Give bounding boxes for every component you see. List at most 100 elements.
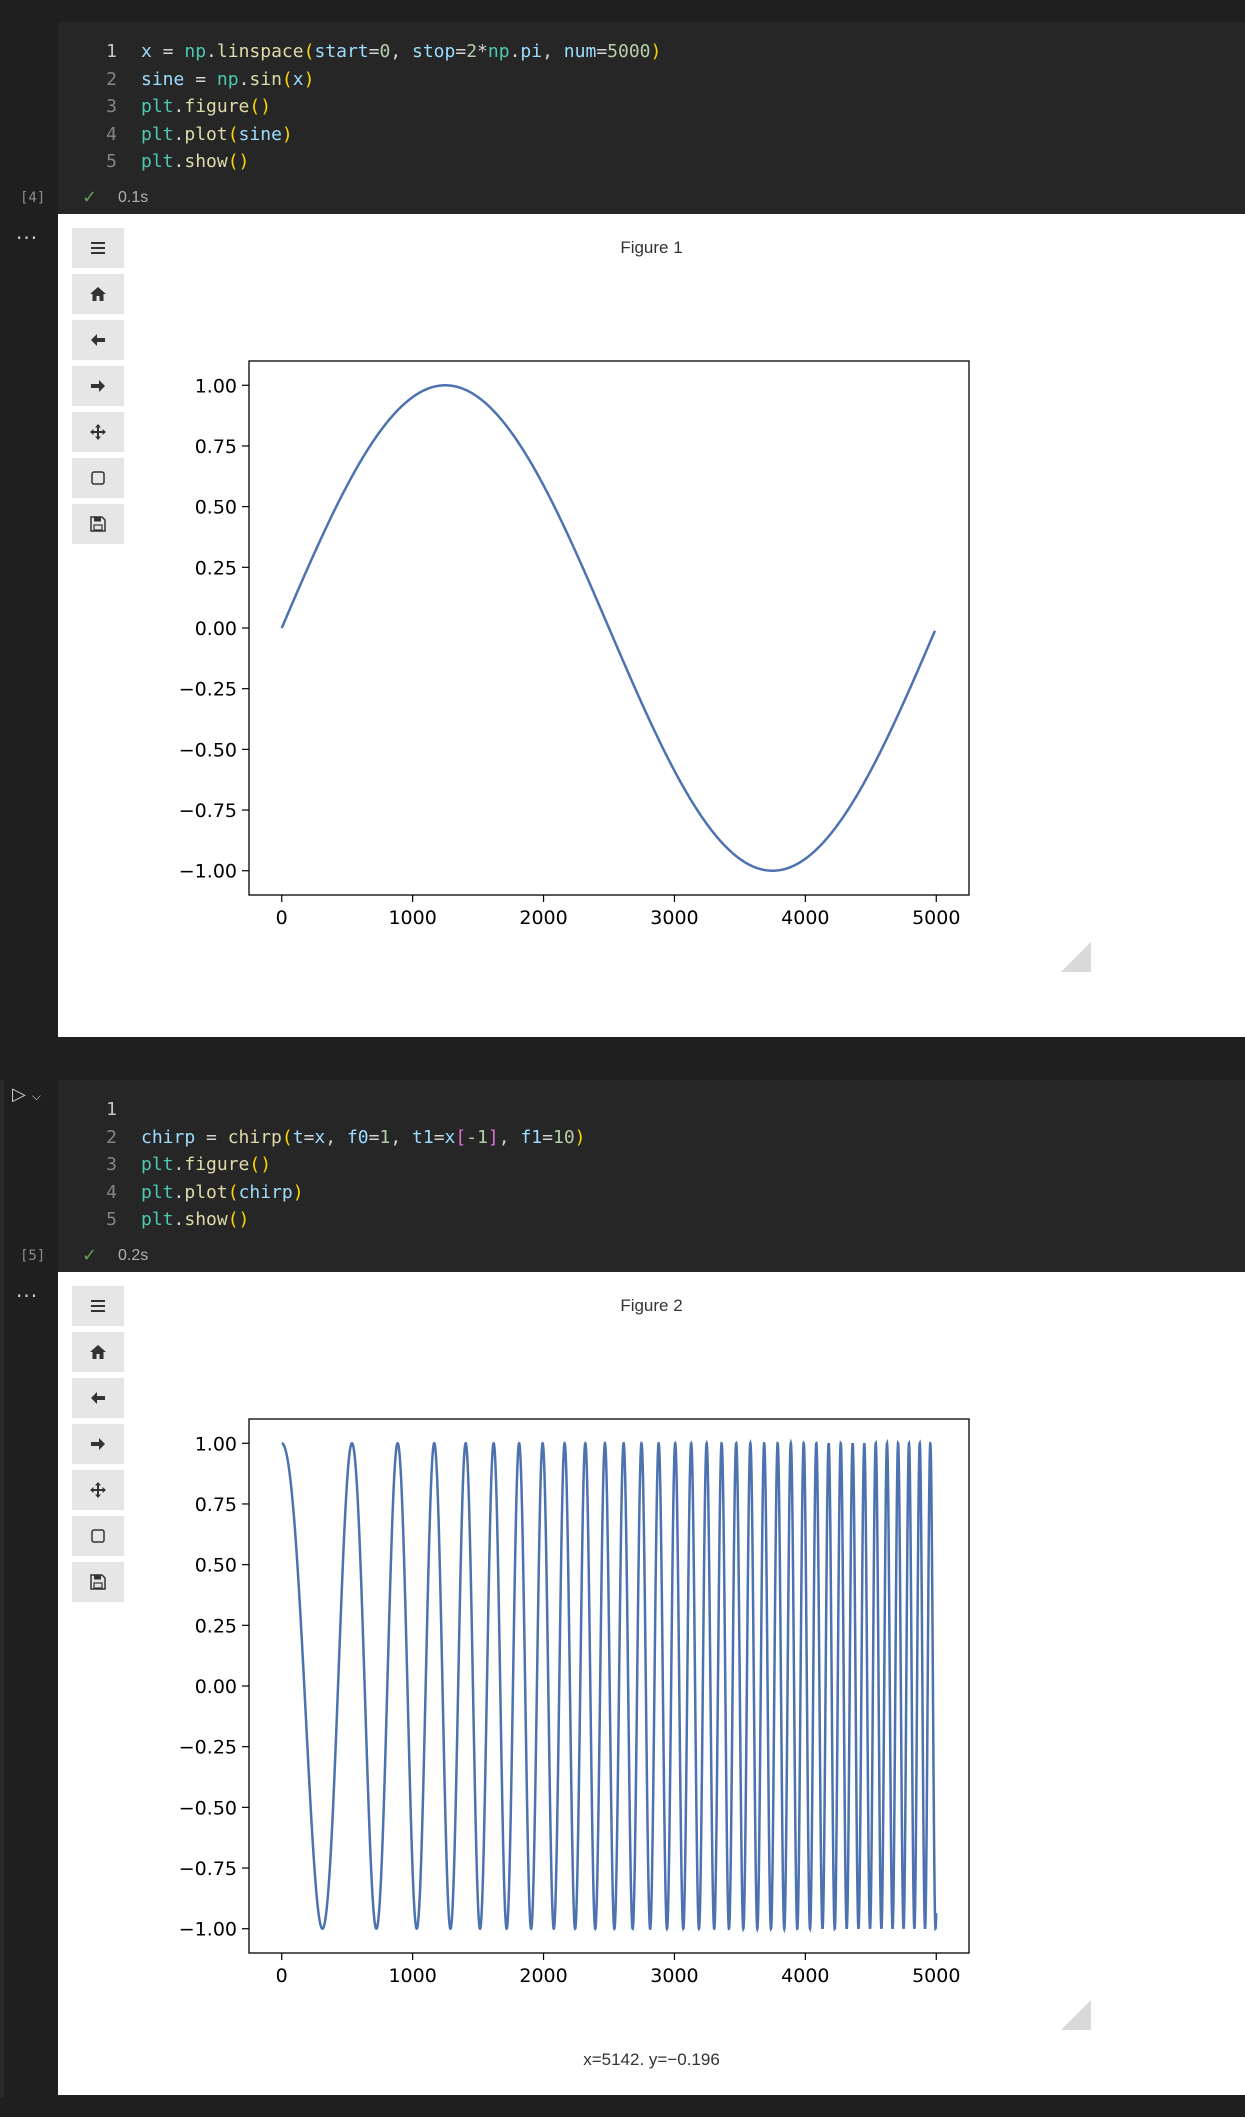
execution-count: [4] [20, 190, 46, 206]
y-tick-label: −0.75 [179, 1858, 237, 1880]
code-token: x [292, 68, 304, 90]
y-tick-label: 0.00 [195, 618, 237, 640]
y-tick-label: 0.25 [195, 557, 237, 579]
code-line[interactable]: 4 plt.plot(sine) [58, 121, 1245, 149]
code-line[interactable]: 5 plt.show() [58, 148, 1245, 176]
output-more-icon[interactable]: ··· [16, 226, 38, 250]
code-token: plot [184, 1181, 228, 1203]
cell-focus-bar [0, 1080, 4, 2097]
code-cell-2[interactable]: 1 2 chirp = chirp(t=x, f0=1, t1=x[-1], f1=… [58, 1080, 1245, 1272]
y-tick-label: 0.25 [195, 1615, 237, 1637]
code-token: 2 [466, 41, 478, 62]
code-line[interactable]: 2 chirp = chirp(t=x, f0=1, t1=x[-1], f1=1… [58, 1124, 1245, 1152]
code-token: . [173, 123, 185, 145]
code-token: sine [238, 123, 282, 145]
x-tick-label: 5000 [912, 1965, 960, 1987]
code-token: , [390, 41, 412, 62]
y-tick-label: −0.25 [179, 1737, 237, 1759]
code-token: . [173, 96, 185, 117]
resize-grip-icon [1061, 942, 1091, 972]
code-text: plt.figure() [141, 1151, 271, 1179]
line-number: 4 [106, 123, 117, 145]
code-token: show [184, 151, 228, 172]
code-token: 10 [552, 1126, 575, 1148]
code-token: sin [249, 68, 282, 90]
y-tick-label: 0.00 [195, 1676, 237, 1698]
code-text: plt.show() [141, 1206, 249, 1234]
code-token: ) [281, 123, 293, 145]
line-number: 2 [106, 68, 117, 90]
y-tick-label: 0.50 [195, 1555, 237, 1577]
code-token: . [238, 68, 250, 90]
code-line[interactable]: 1 x = np.linspace(start=0, stop=2*np.pi, … [58, 38, 1245, 66]
x-tick-label: 0 [276, 907, 288, 929]
code-token: plt [141, 123, 174, 145]
code-token: . [173, 1154, 185, 1175]
code-token: num [563, 41, 597, 62]
series-line [281, 1438, 938, 1934]
code-token: () [249, 1154, 272, 1175]
code-token: = [368, 1126, 380, 1148]
code-text: plt.show() [141, 148, 249, 176]
code-token: 5000 [607, 41, 651, 62]
code-line[interactable]: 2 sine = np.sin(x) [58, 66, 1245, 94]
code-token: ) [292, 1181, 304, 1203]
line-number: 1 [106, 41, 117, 62]
code-token: . [173, 1181, 185, 1203]
x-tick-label: 4000 [781, 907, 829, 929]
code-token: np [216, 68, 239, 90]
code-token: . [173, 151, 185, 172]
code-text: plt.plot(sine) [141, 121, 293, 149]
code-text: plt.figure() [141, 93, 271, 121]
code-token: . [509, 41, 521, 62]
line-number: 2 [106, 1126, 117, 1148]
code-token: plt [141, 1209, 174, 1230]
code-line[interactable]: 3 plt.figure() [58, 93, 1245, 121]
figure-output-1: Figure 1 0 1000 2000 3000 4000 5000 1.00 0.75 0.… [58, 214, 1245, 1037]
code-token: ( [281, 1126, 293, 1148]
y-tick-label: 0.50 [195, 497, 237, 519]
cursor-readout: x=5142. y=−0.196 [583, 2050, 720, 2069]
code-line[interactable]: 4 plt.plot(chirp) [58, 1179, 1245, 1207]
y-tick-label: 0.75 [195, 436, 237, 458]
line-number: 5 [106, 151, 117, 172]
code-token: ( [303, 41, 315, 62]
code-line[interactable]: 1 [58, 1096, 1245, 1124]
x-tick-label: 4000 [781, 1965, 829, 1987]
code-token: , [542, 41, 564, 62]
x-tick-label: 3000 [650, 1965, 698, 1987]
code-token: np [184, 41, 207, 62]
code-line[interactable]: 5 plt.show() [58, 1206, 1245, 1234]
y-tick-label: −0.25 [179, 679, 237, 701]
code-token: figure [184, 1154, 250, 1175]
code-token: 1 [379, 1126, 391, 1148]
chart-1[interactable]: 0 1000 2000 3000 4000 5000 1.00 0.75 0.50 0.25 0.0… [58, 214, 1245, 1037]
code-token: plt [141, 151, 174, 172]
output-more-icon[interactable]: ··· [16, 1284, 38, 1308]
success-check-icon: ✓ [82, 187, 98, 208]
code-token: ] [487, 1126, 499, 1148]
y-tick-label: −1.00 [179, 861, 237, 883]
code-token: ( [227, 123, 239, 145]
code-token: () [249, 96, 272, 117]
y-tick-label: −0.75 [179, 800, 237, 822]
y-tick-label: 1.00 [195, 1433, 237, 1455]
code-token: = [184, 68, 217, 90]
success-check-icon: ✓ [82, 1245, 98, 1266]
code-token: chirp [141, 1126, 196, 1148]
code-line[interactable]: 3 plt.figure() [58, 1151, 1245, 1179]
line-number: 5 [106, 1209, 117, 1230]
code-token: 0 [379, 41, 391, 62]
code-token: t1 [412, 1126, 434, 1148]
code-token: plt [141, 1181, 174, 1203]
run-cell-icon[interactable]: ▷ ⌵ [12, 1084, 41, 1105]
code-token: ( [281, 68, 293, 90]
code-cell-1[interactable]: 1 x = np.linspace(start=0, stop=2*np.pi, … [58, 22, 1245, 214]
code-token: = [195, 1126, 228, 1148]
y-tick-label: 1.00 [195, 375, 237, 397]
figure-output-2: Figure 2 0 1000 2000 3000 4000 5000 1.00 0.75 0.… [58, 1272, 1245, 2095]
chart-2[interactable]: 0 1000 2000 3000 4000 5000 1.00 0.75 0.50 0.25 0.0… [58, 1272, 1245, 2095]
x-tick-label: 3000 [650, 907, 698, 929]
code-text: x = np.linspace(start=0, stop=2*np.pi, n… [141, 38, 661, 66]
x-tick-label: 2000 [519, 1965, 567, 1987]
